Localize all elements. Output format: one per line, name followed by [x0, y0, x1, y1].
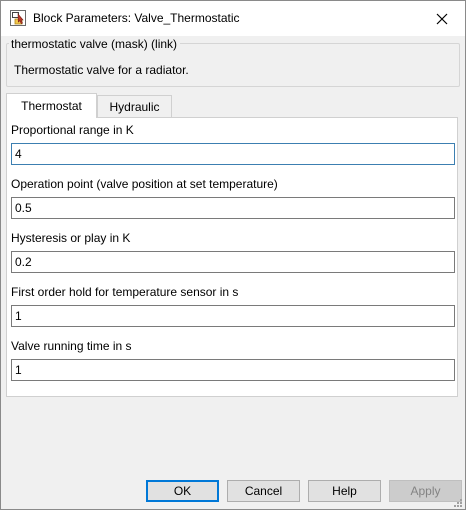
hysteresis-input[interactable]: [11, 251, 455, 273]
ok-button[interactable]: OK: [146, 480, 219, 502]
operation-point-input[interactable]: [11, 197, 455, 219]
param-label-first-order-hold: First order hold for temperature sensor …: [11, 285, 239, 299]
proportional-range-input[interactable]: [11, 143, 455, 165]
dialog-window: Block Parameters: Valve_Thermostatic the…: [0, 0, 466, 510]
param-label-proportional-range: Proportional range in K: [11, 123, 134, 137]
title-bar[interactable]: Block Parameters: Valve_Thermostatic: [1, 1, 465, 36]
apply-button[interactable]: Apply: [389, 480, 462, 502]
close-icon[interactable]: [436, 13, 448, 25]
valve-running-time-input[interactable]: [11, 359, 455, 381]
resize-grip-icon[interactable]: [453, 497, 463, 507]
help-button[interactable]: Help: [308, 480, 381, 502]
tab-hydraulic[interactable]: Hydraulic: [97, 95, 172, 117]
cancel-button[interactable]: Cancel: [227, 480, 300, 502]
tab-thermostat[interactable]: Thermostat: [6, 93, 97, 118]
window-title: Block Parameters: Valve_Thermostatic: [33, 11, 240, 25]
param-label-valve-running-time: Valve running time in s: [11, 339, 132, 353]
param-label-operation-point: Operation point (valve position at set t…: [11, 177, 278, 191]
mask-title: thermostatic valve (mask) (link): [9, 37, 181, 51]
block-parameters-icon: [10, 10, 26, 26]
close-button[interactable]: [419, 1, 465, 36]
param-label-hysteresis: Hysteresis or play in K: [11, 231, 131, 245]
mask-description: Thermostatic valve for a radiator.: [14, 63, 189, 77]
first-order-hold-input[interactable]: [11, 305, 455, 327]
